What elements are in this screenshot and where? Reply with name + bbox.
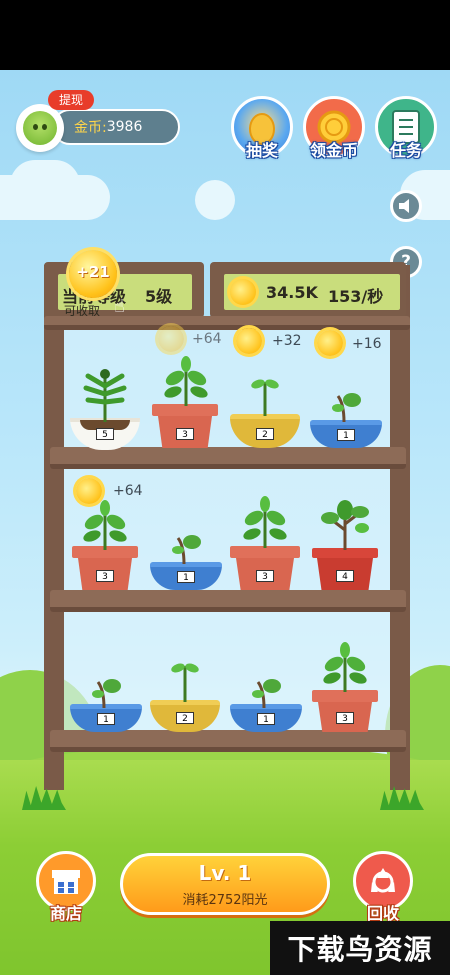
lottery-button[interactable]: 抽奖	[231, 96, 293, 160]
speaker-icon	[399, 199, 409, 213]
pot-level-tag: 1	[177, 571, 195, 583]
avatar[interactable]	[16, 104, 64, 152]
shelf-post-right	[390, 265, 410, 790]
sprig-plant-icon	[332, 393, 361, 422]
plant-pot-lv3[interactable]: 3	[230, 546, 300, 590]
collect-coins-button[interactable]: 领金币	[303, 96, 365, 160]
sprig-plant-icon	[172, 535, 201, 564]
sun-gain-icon[interactable]	[317, 330, 343, 356]
shelf-board-2	[50, 590, 406, 612]
level-value: 5级	[145, 287, 173, 306]
shelf-top-board	[44, 316, 410, 330]
sprout-plant-icon	[83, 500, 127, 550]
leaf-mascot-icon	[23, 111, 57, 145]
sun-gain-text: +32	[272, 333, 302, 349]
seedling-plant-icon	[171, 663, 199, 702]
sun-total: 34.5K	[266, 283, 318, 302]
sprig-plant-icon	[252, 679, 281, 708]
sprout-plant-icon	[323, 642, 367, 692]
pot-level-tag: 3	[256, 570, 274, 582]
pot-level-tag: 5	[96, 428, 114, 440]
hand-pointer-icon: ☝	[114, 296, 125, 317]
coin-balance: 金币: 3986	[52, 109, 180, 145]
game-screen: 金币: 3986 提现 抽奖 领金币 任务 ? 当前等级 5级 +21 可收取 …	[0, 0, 450, 975]
plant-pot-lv2[interactable]: 2	[150, 700, 220, 732]
sound-button[interactable]	[390, 190, 422, 222]
coin-label: 金币:	[74, 120, 107, 136]
pot-level-tag: 3	[176, 428, 194, 440]
pot-level-tag: 2	[176, 712, 194, 724]
plant-pot-lv1[interactable]: 1	[70, 704, 142, 732]
tree-plant-icon	[321, 500, 369, 550]
sun-rate: 153/秒	[328, 287, 384, 306]
lottery-label: 抽奖	[245, 141, 278, 160]
plant-pot-lv2[interactable]: 2	[230, 414, 300, 448]
sprout-plant-icon	[164, 356, 208, 406]
fern-plant-icon	[83, 369, 127, 422]
pot-level-tag: 1	[257, 713, 275, 725]
sun-icon	[230, 279, 256, 305]
shop-label: 商店	[49, 904, 82, 923]
sun-gain-icon[interactable]	[236, 328, 262, 354]
seedling-plant-icon	[251, 379, 279, 416]
sprout-plant-icon	[243, 496, 287, 548]
shelf-board-1	[50, 447, 406, 469]
pot-level-tag: 1	[97, 713, 115, 725]
coin-value: 3986	[106, 119, 143, 135]
pot-level-tag: 3	[336, 712, 354, 724]
pot-level-tag: 1	[337, 429, 355, 441]
sun-gain-icon[interactable]	[158, 326, 184, 352]
upgrade-button[interactable]: Lv. 1 消耗2752阳光	[120, 853, 330, 915]
plant-pot-lv1[interactable]: 1	[230, 704, 302, 732]
plant-pot-lv1[interactable]: 1	[150, 562, 222, 590]
plant-pot-lv1[interactable]: 1	[310, 420, 382, 448]
plant-pot-lv3[interactable]: 3	[152, 404, 218, 448]
pot-level-tag: 3	[96, 570, 114, 582]
sun-gain-text: +64	[192, 331, 222, 347]
collect-sun-bubble[interactable]: +21	[69, 250, 117, 298]
collect-amount: +21	[76, 263, 110, 281]
sun-gain-text: +16	[352, 336, 382, 352]
plant-pot-lv5[interactable]: 5	[70, 418, 140, 450]
plant-pot-lv3[interactable]: 3	[312, 690, 378, 732]
sprig-plant-icon	[92, 679, 121, 708]
cloud	[10, 160, 80, 210]
cloud	[195, 180, 235, 220]
pot-level-tag: 2	[256, 428, 274, 440]
tasks-label: 任务	[389, 141, 422, 160]
shelf-board-3	[50, 730, 406, 752]
shelf-post-left	[44, 265, 64, 790]
plant-pot-lv3[interactable]: 3	[72, 546, 138, 590]
recycle-icon	[371, 868, 395, 893]
upgrade-cost: 消耗2752阳光	[182, 893, 268, 908]
withdraw-badge[interactable]: 提现	[48, 90, 94, 110]
tasks-button[interactable]: 任务	[375, 96, 437, 160]
pot-level-tag: 4	[336, 570, 354, 582]
upgrade-title: Lv. 1	[198, 861, 252, 885]
watermark: 下载鸟资源	[270, 921, 450, 975]
sun-gain-text: +64	[113, 483, 143, 499]
store-icon	[52, 870, 80, 894]
collect-coins-label: 领金币	[309, 141, 358, 160]
plant-pot-lv4[interactable]: 4	[312, 548, 378, 590]
